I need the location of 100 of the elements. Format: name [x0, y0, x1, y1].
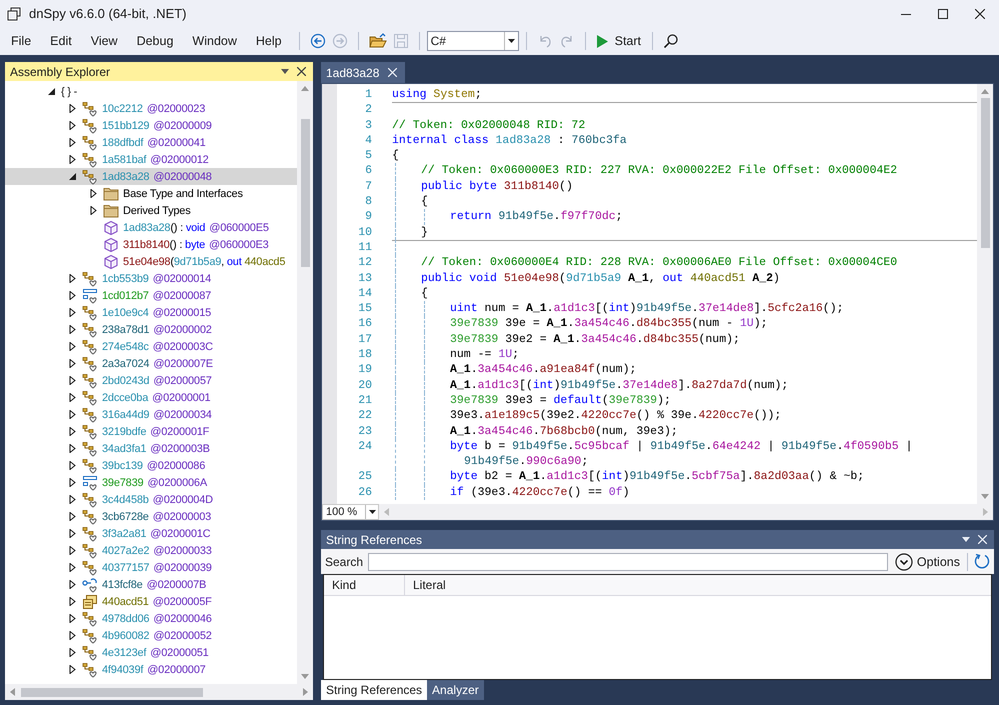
- expander-icon[interactable]: [68, 342, 77, 351]
- refresh-icon[interactable]: [973, 553, 990, 570]
- tree-row[interactable]: 151bb129 @02000009: [5, 117, 297, 134]
- panel-title: Assembly Explorer: [10, 64, 112, 78]
- expander-icon[interactable]: [68, 274, 77, 283]
- tree-row[interactable]: 3219bdfe @0200001F: [5, 423, 297, 440]
- editor-tab[interactable]: 1ad83a28: [321, 62, 406, 83]
- expander-icon[interactable]: [68, 512, 77, 521]
- start-button[interactable]: Start: [592, 34, 646, 48]
- menu-item[interactable]: Edit: [41, 34, 82, 48]
- expander-icon[interactable]: [68, 444, 77, 453]
- maximize-icon[interactable]: [938, 8, 948, 18]
- tree-row[interactable]: 4b960082 @02000052: [5, 627, 297, 644]
- scrollbar[interactable]: [297, 81, 313, 684]
- expander-icon[interactable]: [68, 427, 77, 436]
- tree-row[interactable]: 1ad83a28() : void @060000E5: [5, 219, 297, 236]
- tree-row[interactable]: 4e3123ef @02000051: [5, 644, 297, 661]
- tree-row[interactable]: 311b8140() : byte @060000E3: [5, 236, 297, 253]
- zoom-dropdown[interactable]: 100 %: [322, 504, 379, 520]
- menu-item[interactable]: Debug: [128, 34, 184, 48]
- tree-row[interactable]: Base Type and Interfaces: [5, 185, 297, 202]
- tree-row[interactable]: 4f94039f @02000007: [5, 661, 297, 678]
- expander-icon[interactable]: [68, 121, 77, 130]
- expander-icon[interactable]: [68, 155, 77, 164]
- folder-icon[interactable]: [368, 33, 387, 49]
- tree-row[interactable]: 2a3a7024 @0200007E: [5, 355, 297, 372]
- tree-row[interactable]: 274e548c @0200003C: [5, 338, 297, 355]
- expander-icon[interactable]: [68, 648, 77, 657]
- expander-icon[interactable]: [68, 172, 77, 181]
- expander-icon[interactable]: [68, 308, 77, 317]
- scrollbar[interactable]: [5, 684, 313, 700]
- close-icon[interactable]: [975, 8, 985, 18]
- expander-icon[interactable]: [68, 461, 77, 470]
- scroll-thumb[interactable]: [980, 98, 990, 248]
- close-icon[interactable]: [297, 67, 306, 76]
- expander-icon[interactable]: [47, 87, 56, 96]
- menu-item[interactable]: View: [82, 34, 128, 48]
- tree-row[interactable]: Derived Types: [5, 202, 297, 219]
- panel-tab[interactable]: String References: [321, 680, 428, 700]
- language-dropdown[interactable]: C#: [426, 31, 519, 51]
- expander-icon[interactable]: [68, 529, 77, 538]
- tree-row[interactable]: 440acd51 @0200005F: [5, 593, 297, 610]
- tree-row[interactable]: 1ad83a28 @02000048: [5, 168, 297, 185]
- scroll-thumb[interactable]: [21, 688, 203, 696]
- dropdown-icon[interactable]: [962, 537, 970, 542]
- tree-row[interactable]: 10c2212 @02000023: [5, 100, 297, 117]
- tree-row[interactable]: 1cb553b9 @02000014: [5, 270, 297, 287]
- expander-icon[interactable]: [68, 393, 77, 402]
- tree-row[interactable]: 2dcce0ba @02000001: [5, 389, 297, 406]
- scrollbar[interactable]: [977, 84, 993, 504]
- tree-row[interactable]: 316a44d9 @02000034: [5, 406, 297, 423]
- dropdown-icon[interactable]: [281, 69, 289, 74]
- expander-icon[interactable]: [89, 206, 98, 215]
- tree-row[interactable]: 1e10e9c4 @02000015: [5, 304, 297, 321]
- expander-icon[interactable]: [68, 546, 77, 555]
- back-icon[interactable]: [310, 33, 326, 49]
- expander-icon[interactable]: [68, 478, 77, 487]
- node-tree-icon: [82, 134, 98, 150]
- tree-row[interactable]: 34ad3fa1 @0200003B: [5, 440, 297, 457]
- expander-icon[interactable]: [68, 325, 77, 334]
- expander-icon[interactable]: [89, 189, 98, 198]
- search-field[interactable]: [368, 552, 888, 570]
- expander-icon[interactable]: [68, 665, 77, 674]
- expander-icon[interactable]: [68, 563, 77, 572]
- tree-row[interactable]: 238a78d1 @02000002: [5, 321, 297, 338]
- column-header[interactable]: Literal: [405, 575, 991, 595]
- menu-item[interactable]: Window: [183, 34, 247, 48]
- tree-row[interactable]: 3f3a2a81 @0200001C: [5, 525, 297, 542]
- expander-icon[interactable]: [68, 359, 77, 368]
- tree-row[interactable]: 39e7839 @0200006A: [5, 474, 297, 491]
- expander-icon[interactable]: [68, 580, 77, 589]
- tree-row[interactable]: 1a581baf @02000012: [5, 151, 297, 168]
- menu-item[interactable]: File: [2, 34, 42, 48]
- expander-icon[interactable]: [68, 495, 77, 504]
- expander-icon[interactable]: [68, 597, 77, 606]
- expander-icon[interactable]: [68, 104, 77, 113]
- expander-icon[interactable]: [68, 376, 77, 385]
- search-icon[interactable]: [663, 33, 680, 49]
- expander-icon[interactable]: [68, 614, 77, 623]
- expander-icon[interactable]: [68, 410, 77, 419]
- tree-row[interactable]: 39bc139 @02000086: [5, 457, 297, 474]
- tree-row[interactable]: { } -: [5, 83, 297, 100]
- tree-row[interactable]: 2bd0243d @02000057: [5, 372, 297, 389]
- tree-row[interactable]: 1cd012b7 @02000087: [5, 287, 297, 304]
- options-button[interactable]: Options: [892, 552, 962, 570]
- tree-row[interactable]: 3cb6728e @02000003: [5, 508, 297, 525]
- panel-tab[interactable]: Analyzer: [427, 680, 484, 700]
- menu-item[interactable]: Help: [246, 34, 292, 48]
- tree-row[interactable]: 4027a2e2 @02000033: [5, 542, 297, 559]
- tree-row[interactable]: 3c4d458b @0200004D: [5, 491, 297, 508]
- expander-icon[interactable]: [68, 138, 77, 147]
- tree-row[interactable]: 51e04e98(9d71b5a9, out 440acd5: [5, 253, 297, 270]
- tree-row[interactable]: 4978dd06 @02000046: [5, 610, 297, 627]
- tree-row[interactable]: 413fcf8e @0200007B: [5, 576, 297, 593]
- scroll-thumb[interactable]: [300, 119, 310, 267]
- column-header[interactable]: Kind: [324, 575, 405, 595]
- tree-row[interactable]: 188dfbdf @02000041: [5, 134, 297, 151]
- expander-icon[interactable]: [68, 291, 77, 300]
- tree-row[interactable]: 40377157 @02000039: [5, 559, 297, 576]
- expander-icon[interactable]: [68, 631, 77, 640]
